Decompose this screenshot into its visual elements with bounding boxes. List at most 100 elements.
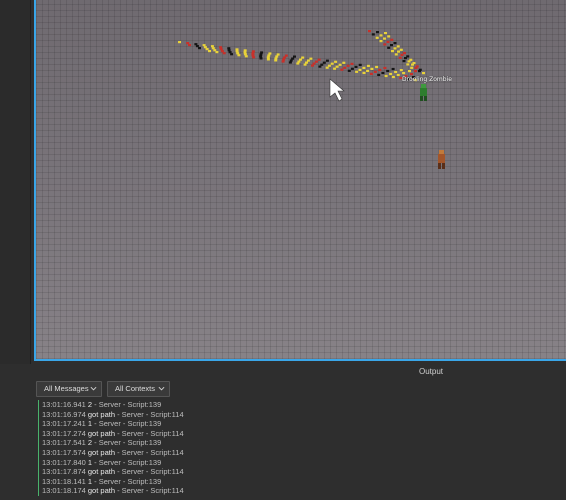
waypoint-marker	[391, 75, 395, 79]
waypoint-marker	[406, 55, 410, 58]
waypoint-marker	[394, 53, 398, 56]
log-source: - Server - Script:139	[92, 438, 162, 448]
waypoint-marker	[379, 34, 383, 37]
log-timestamp: 13:01:17.274	[42, 428, 88, 438]
waypoint-marker	[311, 64, 314, 67]
waypoint-marker	[309, 57, 313, 60]
waypoint-marker	[335, 65, 339, 68]
waypoint-marker	[284, 54, 288, 57]
waypoint-marker	[289, 59, 293, 62]
waypoint-marker	[276, 53, 280, 56]
waypoint-marker	[346, 64, 350, 67]
waypoint-marker	[414, 70, 417, 73]
waypoint-marker	[195, 45, 199, 48]
waypoint-marker	[243, 53, 247, 56]
waypoint-marker	[325, 66, 329, 69]
waypoint-marker	[260, 51, 264, 54]
waypoint-marker	[410, 66, 414, 69]
waypoint-marker	[299, 58, 302, 61]
waypoint-marker	[366, 64, 370, 67]
waypoint-marker	[396, 45, 400, 48]
waypoint-marker	[354, 65, 358, 68]
waypoint-marker	[375, 36, 379, 39]
waypoint-marker	[358, 68, 362, 71]
log-source: - Server - Script:114	[115, 467, 184, 477]
waypoint-marker	[387, 35, 391, 38]
waypoint-marker	[237, 54, 241, 57]
waypoint-marker	[415, 65, 419, 68]
waypoint-marker	[390, 38, 394, 41]
waypoint-marker	[362, 66, 366, 69]
player-head	[439, 150, 444, 154]
zombie-npc	[420, 88, 427, 96]
log-timestamp: 13:01:17.874	[42, 467, 88, 477]
log-source: - Server - Script:139	[92, 400, 162, 409]
waypoint-marker	[252, 56, 256, 59]
waypoint-marker	[235, 48, 239, 51]
waypoint-marker	[194, 43, 198, 46]
waypoint-marker	[297, 60, 301, 63]
zombie-leg	[420, 96, 423, 101]
waypoint-marker	[303, 63, 307, 66]
waypoint-marker	[381, 71, 385, 75]
waypoint-marker	[178, 41, 181, 44]
waypoint-marker	[394, 70, 398, 74]
log-row: 13:01:17.874 got path - Server - Script:…	[38, 467, 184, 478]
waypoint-marker	[251, 52, 255, 55]
waypoint-marker	[259, 55, 263, 58]
contexts-filter-dropdown[interactable]: All Contexts	[107, 381, 170, 397]
waypoint-marker	[211, 47, 215, 50]
waypoint-marker	[391, 67, 395, 71]
waypoint-marker	[205, 48, 209, 51]
waypoint-marker	[325, 59, 329, 62]
log-timestamp: 13:01:18.141	[42, 476, 88, 486]
waypoint-marker	[213, 49, 217, 52]
waypoint-marker	[215, 51, 219, 54]
log-timestamp: 13:01:16.974	[42, 409, 88, 419]
log-message: got path	[87, 467, 115, 477]
log-timestamp: 13:01:17.840	[42, 457, 88, 467]
waypoint-marker	[386, 69, 390, 73]
zombie-head	[421, 84, 426, 88]
contexts-filter-label: All Contexts	[115, 384, 156, 393]
game-viewport[interactable]: Drooling Zombie	[34, 0, 566, 361]
waypoint-marker	[288, 61, 292, 64]
waypoint-marker	[384, 74, 388, 78]
waypoint-marker	[355, 70, 359, 73]
waypoint-marker	[418, 68, 422, 71]
log-source: - Server - Script:114	[115, 448, 184, 457]
waypoint-marker	[282, 58, 286, 61]
waypoint-marker	[227, 49, 231, 52]
log-row: 13:01:17.541 2 - Server - Script:139	[38, 438, 162, 449]
waypoint-marker	[373, 70, 377, 73]
waypoint-marker	[202, 44, 206, 47]
waypoint-marker	[379, 40, 383, 43]
waypoint-marker	[370, 67, 374, 70]
log-message: got path	[87, 448, 115, 457]
waypoint-marker	[203, 46, 207, 49]
waypoint-marker	[386, 40, 390, 43]
waypoint-marker	[259, 53, 263, 56]
waypoint-marker	[422, 72, 425, 75]
waypoint-marker	[342, 61, 346, 64]
waypoint-marker	[266, 56, 270, 59]
messages-filter-dropdown[interactable]: All Messages	[36, 381, 102, 397]
waypoint-marker	[347, 69, 351, 72]
waypoint-marker	[383, 66, 387, 70]
log-timestamp: 13:01:16.941	[42, 400, 88, 409]
waypoint-marker	[397, 50, 400, 53]
waypoint-marker	[318, 65, 322, 68]
waypoint-marker	[366, 69, 370, 72]
log-timestamp: 13:01:17.541	[42, 438, 88, 448]
waypoint-marker	[402, 60, 406, 63]
output-log[interactable]: 13:01:16.941 2 - Server - Script:139 13:0…	[38, 399, 566, 500]
log-message: got path	[87, 486, 115, 496]
waypoint-marker	[377, 73, 381, 76]
waypoint-marker	[358, 63, 362, 66]
waypoint-marker	[402, 72, 406, 75]
waypoint-marker	[393, 47, 397, 50]
waypoint-marker	[314, 60, 318, 63]
waypoint-marker	[384, 32, 387, 35]
waypoint-marker	[210, 45, 214, 48]
waypoint-marker	[376, 31, 379, 34]
